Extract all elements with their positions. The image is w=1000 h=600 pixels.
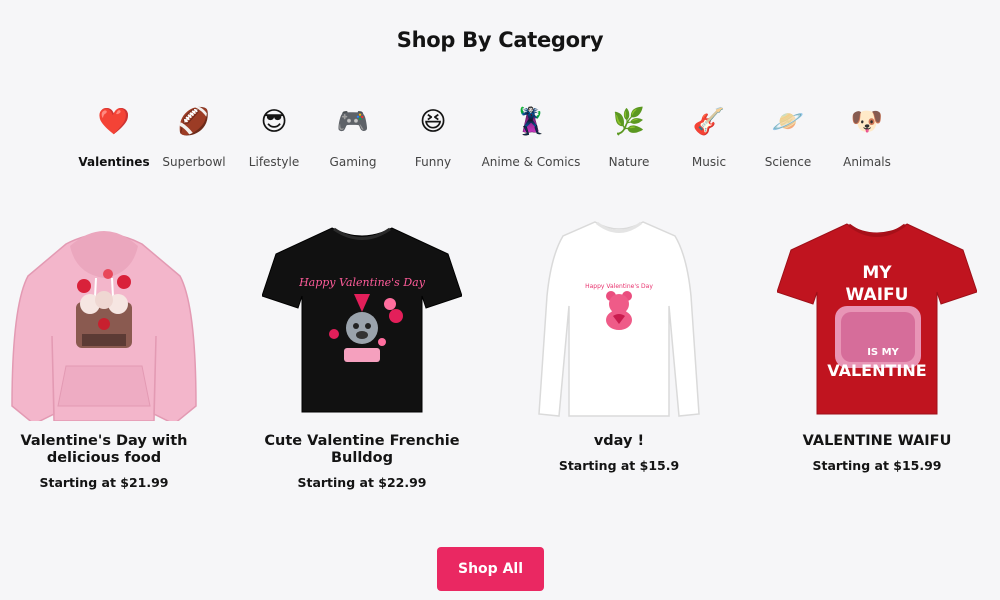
product-price: Starting at $15.9: [558, 458, 680, 473]
product-title[interactable]: VALENTINE WAIFU: [757, 433, 997, 450]
product-title[interactable]: vday !: [499, 433, 739, 450]
section-title: Shop By Category: [396, 28, 604, 52]
product-price: Starting at $15.99: [812, 458, 942, 473]
product-card[interactable]: Happy Valentine's Day vday ! Starting at…: [499, 216, 739, 473]
supervillain-icon: 🦹: [514, 107, 548, 137]
product-title[interactable]: Valentine's Day with delicious food: [0, 433, 224, 467]
vday-print-text: Happy Valentine's Day: [585, 283, 653, 290]
category-label: Funny: [414, 155, 452, 169]
product-image-long-sleeve[interactable]: Happy Valentine's Day: [519, 216, 719, 421]
product-image-tshirt[interactable]: MY WAIFU IS MY VALENTINE: [777, 216, 977, 421]
frenchie-print-text: Happy Valentine's Day: [298, 276, 426, 289]
laughing-face-icon: 😆: [419, 107, 447, 137]
product-price: Starting at $21.99: [39, 475, 169, 490]
waifu-print-text: WAIFU: [846, 285, 909, 305]
product-image-tshirt[interactable]: Happy Valentine's Day: [262, 216, 462, 421]
category-funny[interactable]: 😆 Funny: [378, 102, 488, 169]
hoodie-pocket: [57, 365, 151, 407]
product-title[interactable]: Cute Valentine Frenchie Bulldog: [242, 433, 482, 467]
category-label: Anime & Comics: [481, 155, 581, 169]
product-price: Starting at $22.99: [297, 475, 427, 490]
shop-all-button[interactable]: Shop All: [437, 547, 544, 591]
category-anime-comics[interactable]: 🦹 Anime & Comics: [476, 102, 586, 169]
category-animals[interactable]: 🐶 Animals: [812, 102, 922, 169]
category-label: Animals: [843, 155, 891, 169]
product-card[interactable]: MY WAIFU IS MY VALENTINE VALENTINE WAIFU…: [757, 216, 997, 473]
waifu-print-text: MY: [862, 263, 892, 283]
waifu-print-text: VALENTINE: [827, 361, 926, 380]
product-card[interactable]: Happy Valentine's Day Cute Valentine Fre…: [242, 216, 482, 490]
waifu-print-text: IS MY: [867, 347, 899, 358]
product-card[interactable]: Valentine's Day with delicious food Star…: [0, 216, 224, 490]
product-image-hoodie[interactable]: [4, 216, 204, 421]
category-list: ❤️ Valentines 🏈 Superbowl 😎 Lifestyle 🎮 …: [0, 102, 1000, 182]
dog-face-icon: 🐶: [850, 107, 884, 137]
